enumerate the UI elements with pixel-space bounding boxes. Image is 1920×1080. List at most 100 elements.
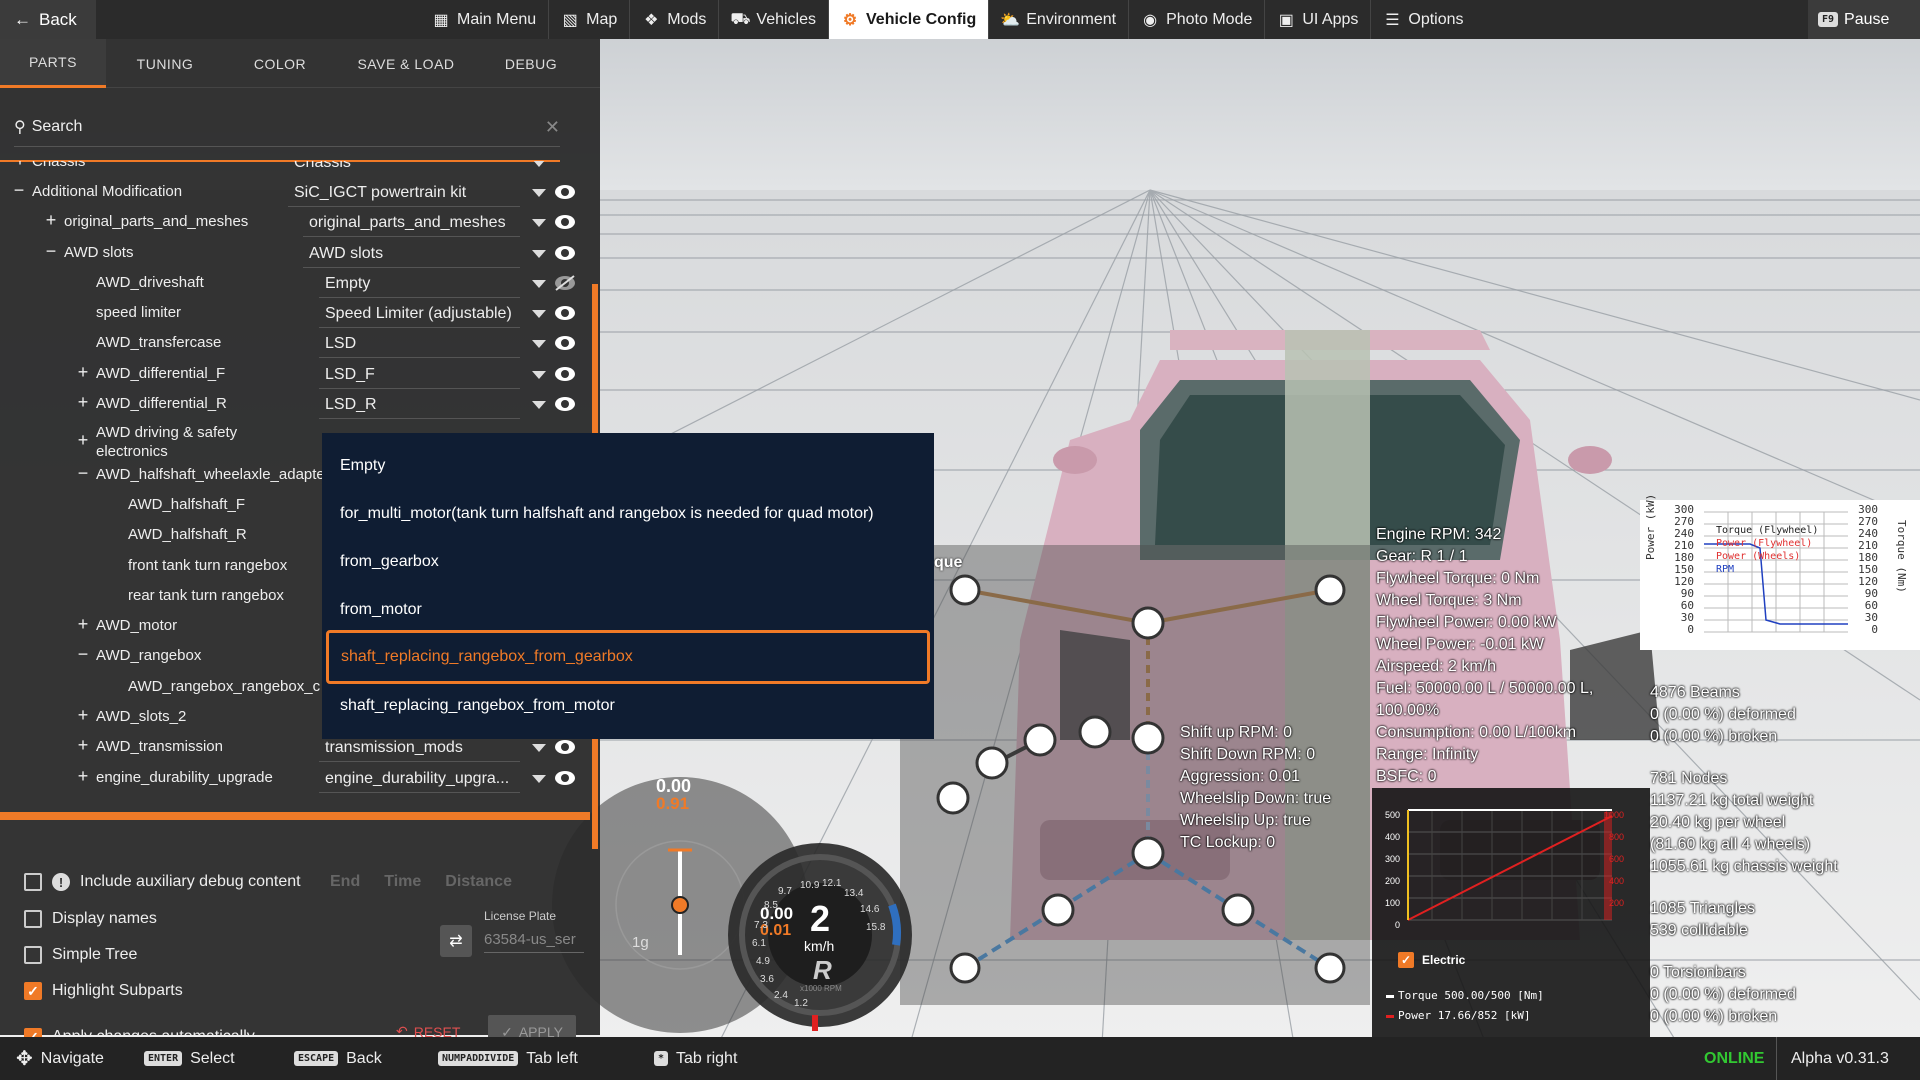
expand-toggle[interactable]: +: [75, 766, 91, 787]
part-select[interactable]: SiC_IGCT powertrain kit: [294, 184, 466, 202]
eye-icon[interactable]: [554, 213, 576, 231]
aux-debug-checkbox[interactable]: ! Include auxiliary debug content: [24, 873, 301, 891]
menu-environment[interactable]: ⛅ Environment: [989, 0, 1130, 39]
tree-row[interactable]: speed limiter Speed Limiter (adjustable): [0, 298, 590, 328]
tab-debug[interactable]: DEBUG: [476, 39, 586, 88]
expand-toggle[interactable]: +: [12, 161, 28, 171]
menu-options[interactable]: ☰ Options: [1371, 0, 1475, 39]
menu-mods[interactable]: ❖ Mods: [630, 0, 720, 39]
chevron-down-icon[interactable]: [532, 250, 546, 258]
part-select[interactable]: Speed Limiter (adjustable): [325, 305, 512, 323]
menu-main-menu[interactable]: ▦ Main Menu: [420, 0, 550, 39]
chevron-down-icon[interactable]: [532, 340, 546, 348]
hint-select[interactable]: ENTER Select: [144, 1037, 235, 1080]
chevron-down-icon[interactable]: [532, 161, 546, 167]
dropdown-option[interactable]: for_multi_motor(tank turn halfshaft and …: [340, 505, 874, 523]
expand-toggle[interactable]: +: [75, 392, 91, 413]
part-select[interactable]: LSD: [325, 335, 356, 353]
part-select[interactable]: LSD_R: [325, 396, 377, 414]
eye-icon[interactable]: [554, 395, 576, 413]
part-select[interactable]: AWD slots: [309, 245, 383, 263]
tab-color[interactable]: COLOR: [224, 39, 336, 88]
simple-tree-checkbox[interactable]: Simple Tree: [24, 946, 137, 964]
tree-row[interactable]: AWD_driveshaft Empty: [0, 268, 590, 298]
part-select[interactable]: Chassis: [294, 161, 351, 172]
expand-toggle[interactable]: +: [75, 735, 91, 756]
eye-icon[interactable]: [554, 738, 576, 756]
menu-photo-mode[interactable]: ◉ Photo Mode: [1129, 0, 1266, 39]
part-select[interactable]: Empty: [325, 275, 370, 293]
checkbox[interactable]: [24, 946, 42, 964]
tree-row[interactable]: + engine_durability_upgrade engine_durab…: [0, 763, 590, 793]
expand-toggle[interactable]: +: [75, 362, 91, 383]
chevron-down-icon[interactable]: [532, 280, 546, 288]
eye-icon[interactable]: [554, 334, 576, 352]
checkbox[interactable]: [24, 910, 42, 928]
expand-toggle[interactable]: −: [75, 644, 91, 665]
back-button[interactable]: ← Back: [0, 0, 96, 39]
chevron-down-icon[interactable]: [532, 310, 546, 318]
menu-vehicles[interactable]: ⛟ Vehicles: [719, 0, 829, 39]
eye-icon[interactable]: [554, 183, 576, 201]
hint-navigate[interactable]: ✥ Navigate: [16, 1037, 104, 1080]
pause-button[interactable]: F9 Pause: [1808, 0, 1920, 39]
tree-row[interactable]: + original_parts_and_meshes original_par…: [0, 207, 590, 237]
chevron-down-icon[interactable]: [532, 189, 546, 197]
checkbox[interactable]: [24, 873, 42, 891]
hint-back[interactable]: ESCAPE Back: [294, 1037, 382, 1080]
chevron-down-icon[interactable]: [532, 371, 546, 379]
expand-toggle[interactable]: −: [75, 463, 91, 484]
tree-row[interactable]: − AWD slots AWD slots: [0, 238, 590, 268]
dropdown-option[interactable]: from_gearbox: [340, 553, 439, 571]
tree-row[interactable]: + AWD_differential_R LSD_R: [0, 389, 590, 419]
dropdown-option[interactable]: shaft_replacing_rangebox_from_motor: [340, 697, 615, 715]
menu-ui-apps[interactable]: ▣ UI Apps: [1265, 0, 1372, 39]
search-input[interactable]: ⚲ Search ✕: [14, 107, 560, 147]
eye-icon[interactable]: [554, 304, 576, 322]
chevron-down-icon[interactable]: [532, 775, 546, 783]
expand-toggle[interactable]: +: [75, 430, 91, 451]
part-select[interactable]: transmission_mods: [325, 739, 463, 757]
eye-icon[interactable]: [554, 769, 576, 787]
dropdown-option-selected[interactable]: shaft_replacing_rangebox_from_gearbox: [326, 630, 930, 684]
checkbox-checked[interactable]: ✓: [1398, 952, 1414, 968]
license-plate-input[interactable]: 63584-us_ser: [484, 931, 584, 953]
chevron-down-icon[interactable]: [532, 219, 546, 227]
hint-tab-right[interactable]: * Tab right: [654, 1037, 737, 1080]
tree-row[interactable]: AWD_transfercase LSD: [0, 328, 590, 358]
electric-legend: Torque 500.00/500 [Nm] Power 17.66/852 […: [1386, 986, 1544, 1026]
partial-label: que: [934, 554, 963, 571]
hint-tab-left[interactable]: NUMPADDIVIDE Tab left: [438, 1037, 578, 1080]
menu-vehicle-config[interactable]: ⚙ Vehicle Config: [829, 0, 990, 39]
expand-toggle[interactable]: −: [43, 241, 59, 262]
highlight-subparts-checkbox[interactable]: ✓ Highlight Subparts: [24, 982, 183, 1000]
expand-toggle[interactable]: +: [75, 614, 91, 635]
clear-search-icon[interactable]: ✕: [545, 117, 560, 138]
tab-save-load[interactable]: SAVE & LOAD: [336, 39, 476, 88]
electric-toggle[interactable]: ✓ Electric: [1398, 952, 1465, 968]
dropdown-option[interactable]: Empty: [340, 457, 385, 475]
tab-parts[interactable]: PARTS: [0, 39, 106, 88]
chevron-down-icon[interactable]: [532, 744, 546, 752]
tree-row[interactable]: + AWD_differential_F LSD_F: [0, 359, 590, 389]
total-weight: 1137.21 kg total weight: [1650, 792, 1814, 809]
key-numpaddivide: NUMPADDIVIDE: [438, 1051, 519, 1066]
tree-row[interactable]: + Chassis Chassis: [0, 161, 590, 177]
part-select[interactable]: LSD_F: [325, 366, 375, 384]
randomize-plate-button[interactable]: ⇄: [440, 925, 472, 957]
part-select[interactable]: original_parts_and_meshes: [309, 214, 506, 232]
expand-toggle[interactable]: −: [11, 180, 27, 201]
eye-hidden-icon[interactable]: [554, 274, 576, 292]
display-names-checkbox[interactable]: Display names: [24, 910, 157, 928]
tree-row[interactable]: − Additional Modification SiC_IGCT power…: [0, 177, 590, 207]
expand-toggle[interactable]: +: [75, 705, 91, 726]
menu-map[interactable]: ▧ Map: [549, 0, 631, 39]
eye-icon[interactable]: [554, 244, 576, 262]
part-select[interactable]: engine_durability_upgra...: [325, 770, 509, 788]
expand-toggle[interactable]: +: [43, 210, 59, 231]
tab-tuning[interactable]: TUNING: [106, 39, 224, 88]
checkbox-checked[interactable]: ✓: [24, 982, 42, 1000]
dropdown-option[interactable]: from_motor: [340, 601, 422, 619]
chevron-down-icon[interactable]: [532, 401, 546, 409]
eye-icon[interactable]: [554, 365, 576, 383]
